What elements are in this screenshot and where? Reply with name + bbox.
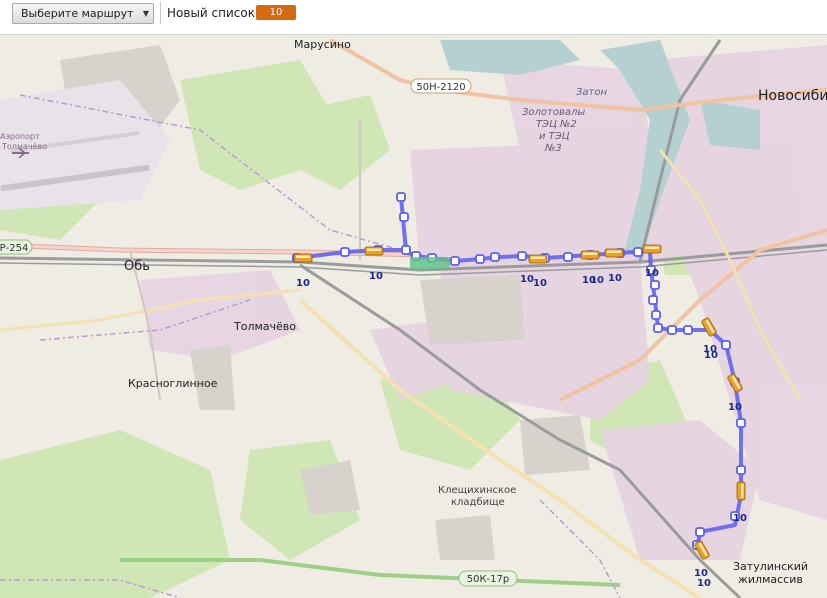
- route-number-label: 10: [590, 275, 604, 286]
- road-shield-50h-2120: 50Н-2120: [410, 78, 472, 94]
- bus-icon[interactable]: [580, 250, 600, 260]
- bus-stop-icon[interactable]: [490, 252, 500, 262]
- route-number-label: 10: [733, 513, 747, 524]
- road-shield-p254: Р-254: [0, 239, 33, 255]
- bus-stop-icon[interactable]: [396, 192, 406, 202]
- route-number-label: 10: [520, 274, 534, 285]
- bus-icon[interactable]: [736, 481, 746, 501]
- route-select-dropdown[interactable]: Выберите маршрут ▼: [12, 3, 154, 24]
- map-toolbar: Выберите маршрут ▼ Новый список 10: [0, 0, 827, 35]
- place-tolmachevo: Толмачёво: [233, 320, 296, 333]
- place-zolotovaly-4: №3: [544, 143, 562, 154]
- place-zolotovaly-3: и ТЭЦ: [539, 131, 570, 142]
- bus-stop-icon[interactable]: [340, 247, 350, 257]
- bus-stop-icon[interactable]: [517, 251, 527, 261]
- bus-stop-icon[interactable]: [736, 465, 746, 475]
- place-ob: Обь: [124, 259, 150, 274]
- route-number-label: 10: [369, 271, 383, 282]
- bus-icon[interactable]: [364, 246, 384, 256]
- map-canvas[interactable]: 1010 10 10 1010 10 10101010101010 Марусино Но…: [0, 0, 827, 598]
- route-10-chip[interactable]: 10: [256, 5, 296, 20]
- bus-stop-icon[interactable]: [648, 295, 658, 305]
- bus-stop-icon[interactable]: [633, 247, 643, 257]
- new-list-label: Новый список: [167, 6, 255, 20]
- route-number-label: 10: [704, 350, 718, 361]
- svg-text:Р-254: Р-254: [0, 243, 28, 254]
- bus-stop-icon[interactable]: [401, 245, 411, 255]
- bus-stop-icon[interactable]: [721, 340, 731, 350]
- road-shield-50k-17p: 50К-17р: [458, 570, 518, 587]
- svg-text:50Н-2120: 50Н-2120: [416, 82, 465, 93]
- place-novosibirsk: Новосиби: [758, 88, 827, 104]
- place-zolotovaly-1: Золотовалы: [522, 107, 585, 118]
- place-zatulinsky-2: жилмассив: [738, 573, 803, 586]
- bus-stop-icon[interactable]: [563, 252, 573, 262]
- place-zaton: Затон: [576, 87, 607, 98]
- place-zatulinsky-1: Затулинский: [733, 560, 808, 573]
- bus-stop-icon[interactable]: [475, 254, 485, 264]
- route-number-label: 10: [728, 402, 742, 413]
- bus-icon[interactable]: [528, 254, 548, 264]
- svg-text:50К-17р: 50К-17р: [467, 574, 510, 585]
- park-marker: [410, 257, 450, 269]
- bus-icon[interactable]: [604, 248, 624, 258]
- route-select-label: Выберите маршрут: [21, 7, 134, 20]
- bus-icon[interactable]: [293, 253, 313, 263]
- route-number-label: 10: [697, 578, 711, 589]
- place-cemetery-2: кладбище: [451, 497, 505, 508]
- bus-stop-icon[interactable]: [653, 323, 663, 333]
- bus-stop-icon[interactable]: [450, 256, 460, 266]
- bus-stop-icon[interactable]: [683, 325, 693, 335]
- dropdown-arrow-icon: ▼: [142, 9, 150, 18]
- place-zolotovaly-2: ТЭЦ №2: [536, 119, 577, 130]
- place-airport-2: Толмачёво: [1, 142, 47, 151]
- place-cemetery-1: Клещихинское: [438, 485, 516, 496]
- bus-stop-icon[interactable]: [650, 280, 660, 290]
- route-number-label: 10: [645, 268, 659, 279]
- bus-stop-icon[interactable]: [695, 527, 705, 537]
- route-number-label: 10: [608, 273, 622, 284]
- place-marusino: Марусино: [294, 38, 351, 51]
- bus-stop-icon[interactable]: [736, 418, 746, 428]
- route-number-label: 10: [533, 278, 547, 289]
- toolbar-divider: [160, 2, 161, 24]
- place-krasnoglinnoe: Красноглинное: [128, 377, 218, 390]
- route-number-label: 10: [296, 278, 310, 289]
- place-airport-1: Аэропорт: [0, 132, 40, 141]
- bus-stop-icon[interactable]: [399, 212, 409, 222]
- bus-stop-icon[interactable]: [667, 325, 677, 335]
- bus-icon[interactable]: [642, 244, 662, 254]
- bus-stop-icon[interactable]: [651, 310, 661, 320]
